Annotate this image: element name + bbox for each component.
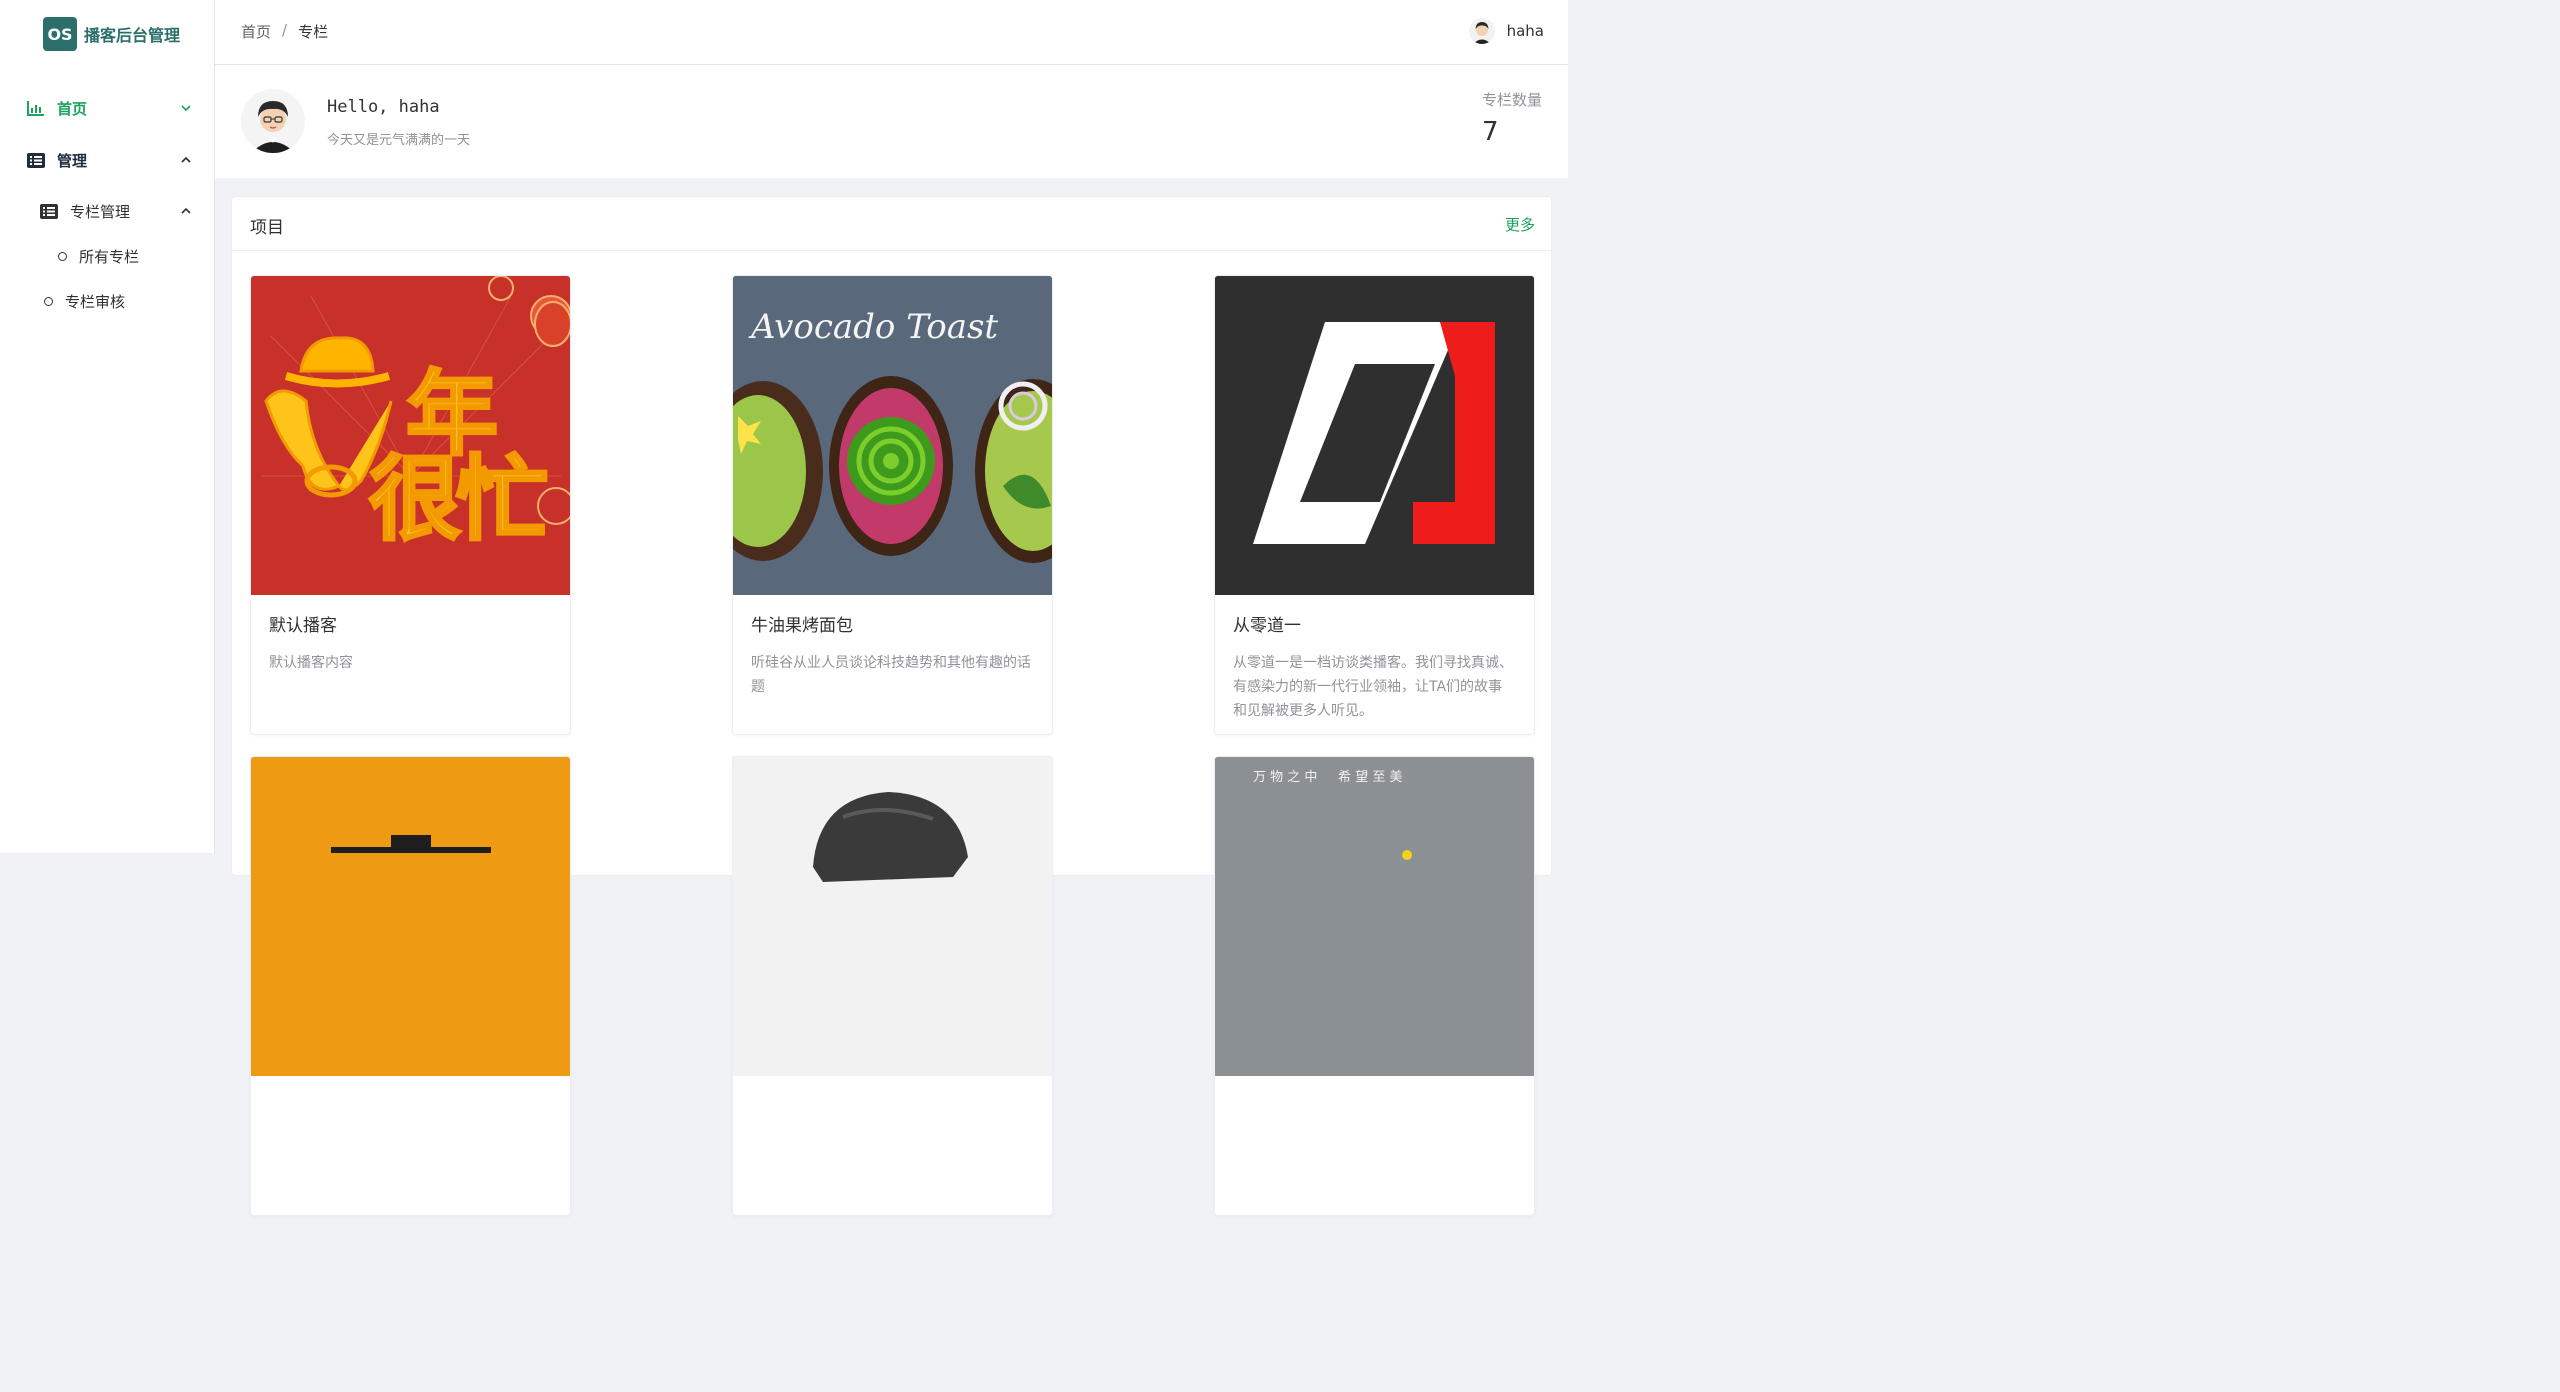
more-link[interactable]: 更多 bbox=[1505, 214, 1535, 235]
card-title: 从零道一 bbox=[1233, 616, 1301, 636]
projects-header: 项目 更多 bbox=[232, 197, 1551, 251]
avocado-toast-cover: Avocado Toast bbox=[733, 276, 1052, 595]
breadcrumb-home[interactable]: 首页 bbox=[241, 21, 271, 42]
project-card[interactable] bbox=[732, 756, 1053, 1216]
cover-text: 万 物 之 中 希 望 至 美 bbox=[1253, 769, 1402, 785]
cartoon-head-cover bbox=[733, 757, 1052, 1076]
card-title: 默认播客 bbox=[269, 616, 337, 636]
new-year-ox-cover: 年 很 忙 bbox=[251, 276, 570, 595]
bar-chart-icon bbox=[27, 99, 45, 117]
circle-icon bbox=[44, 296, 53, 306]
card-desc: 默认播客内容 bbox=[269, 655, 353, 671]
project-card[interactable]: 年 很 忙 默认播客 默认播客内容 bbox=[250, 275, 571, 735]
sidebar-item-label: 专栏管理 bbox=[70, 202, 131, 221]
sidebar-item-label: 首页 bbox=[57, 99, 88, 118]
top-header: 首页 / 专栏 haha bbox=[215, 0, 1568, 65]
cover-text: Avocado Toast bbox=[748, 307, 998, 347]
sidebar-item-manage[interactable]: 管理 bbox=[0, 146, 214, 174]
greeting: Hello, haha bbox=[327, 97, 440, 117]
breadcrumb-separator: / bbox=[282, 21, 288, 39]
column-count-value: 7 bbox=[1482, 117, 1499, 147]
sidebar-item-label: 所有专栏 bbox=[79, 247, 140, 266]
projects-title: 项目 bbox=[250, 218, 284, 238]
zero-to-one-logo-cover bbox=[1215, 276, 1534, 595]
breadcrumb: 首页 / 专栏 bbox=[241, 21, 328, 42]
welcome-panel: Hello, haha 今天又是元气满满的一天 专栏数量 7 bbox=[215, 65, 1568, 178]
sidebar-item-column-review[interactable]: 专栏审核 bbox=[0, 288, 214, 314]
logo-mark-icon: OS bbox=[43, 17, 77, 51]
user-menu[interactable]: haha bbox=[1468, 18, 1544, 44]
project-card[interactable]: 万 物 之 中 希 望 至 美 bbox=[1214, 756, 1535, 1216]
project-card[interactable]: Avocado Toast 牛油果烤面包 听硅谷从业人员谈论科技趋势和其他有趣的… bbox=[732, 275, 1053, 735]
sidebar-item-column-manage[interactable]: 专栏管理 bbox=[0, 197, 214, 225]
projects-panel: 项目 更多 年 很 忙 默认播客 默认播客内容 Avocado Toast 牛油… bbox=[231, 196, 1552, 1216]
list-icon bbox=[40, 202, 58, 220]
svg-text:忙: 忙 bbox=[456, 446, 548, 553]
card-title: 牛油果烤面包 bbox=[751, 616, 853, 636]
list-icon bbox=[27, 151, 45, 169]
breadcrumb-current: 专栏 bbox=[298, 23, 329, 41]
sidebar: OS 播客后台管理 首页 管理 专栏管理 所有专栏 专栏审核 bbox=[0, 0, 215, 853]
chevron-up-icon bbox=[180, 205, 192, 217]
username: haha bbox=[1506, 22, 1544, 40]
greeting-subtitle: 今天又是元气满满的一天 bbox=[327, 133, 471, 148]
sidebar-item-label: 专栏审核 bbox=[65, 292, 126, 311]
card-desc: 从零道一是一档访谈类播客。我们寻找真诚、有感染力的新一代行业领袖，让TA们的故事… bbox=[1233, 655, 1513, 719]
grey-landscape-cover: 万 物 之 中 希 望 至 美 bbox=[1215, 757, 1534, 1076]
circle-icon bbox=[58, 251, 67, 261]
logo[interactable]: OS 播客后台管理 bbox=[0, 0, 214, 68]
chevron-down-icon bbox=[180, 102, 192, 114]
app-title: 播客后台管理 bbox=[84, 26, 181, 45]
avatar bbox=[241, 89, 305, 153]
svg-text:很: 很 bbox=[369, 446, 461, 553]
sidebar-item-all-columns[interactable]: 所有专栏 bbox=[0, 243, 214, 269]
sidebar-item-home[interactable]: 首页 bbox=[0, 94, 214, 122]
project-card[interactable] bbox=[250, 756, 571, 1216]
card-desc: 听硅谷从业人员谈论科技趋势和其他有趣的话题 bbox=[751, 655, 1031, 695]
avatar bbox=[1468, 18, 1495, 44]
column-count-label: 专栏数量 bbox=[1481, 91, 1542, 109]
sidebar-item-label: 管理 bbox=[57, 151, 88, 170]
project-card[interactable]: 从零道一 从零道一是一档访谈类播客。我们寻找真诚、有感染力的新一代行业领袖，让T… bbox=[1214, 275, 1535, 735]
chevron-up-icon bbox=[180, 154, 192, 166]
orange-cover bbox=[251, 757, 570, 1076]
